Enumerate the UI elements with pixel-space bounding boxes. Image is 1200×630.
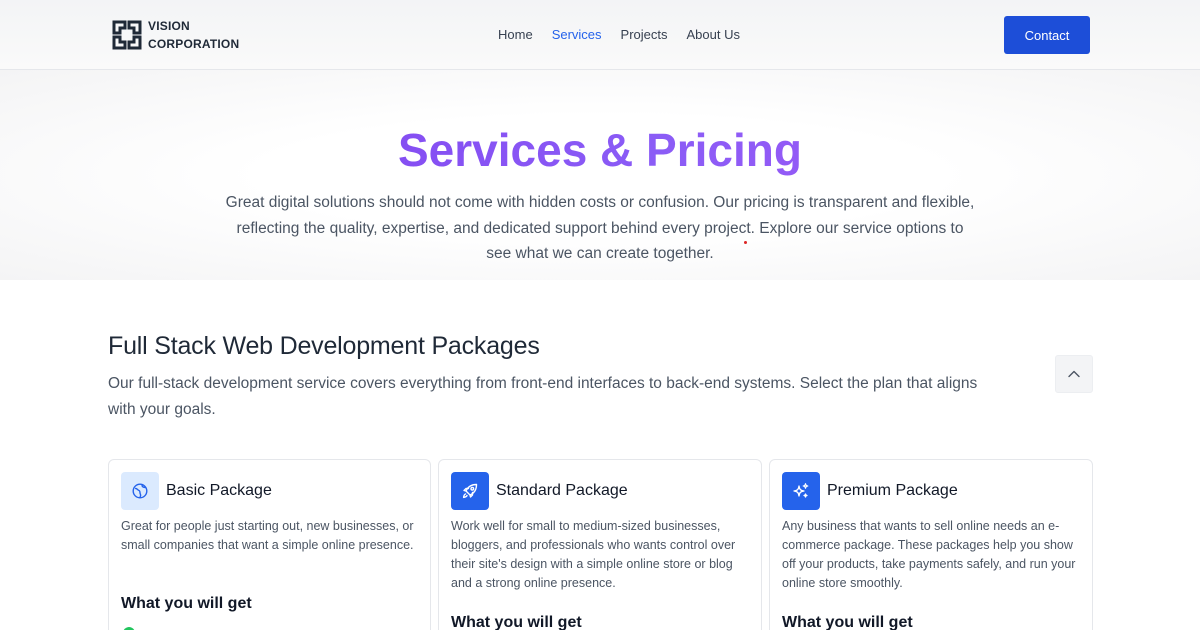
logo-line-1: VISION — [148, 19, 190, 33]
main-nav: Home Services Projects About Us — [498, 26, 759, 43]
page-title: Services & Pricing — [0, 120, 1200, 180]
page: VISION CORPORATION Home Services Project… — [0, 0, 1200, 630]
package-features-heading: What you will get — [782, 614, 913, 630]
scroll-to-top-button[interactable] — [1055, 355, 1093, 393]
site-header: VISION CORPORATION Home Services Project… — [0, 0, 1200, 70]
package-title: Basic Package — [166, 482, 272, 499]
nav-home[interactable]: Home — [498, 26, 533, 43]
nav-projects[interactable]: Projects — [621, 26, 668, 43]
rocket-icon — [462, 483, 478, 499]
logo-line-2: CORPORATION — [148, 37, 240, 51]
package-icon-box — [121, 472, 159, 510]
chevron-up-icon — [1068, 370, 1080, 378]
section-description: Our full-stack development service cover… — [108, 375, 978, 418]
package-description: Any business that wants to sell online n… — [782, 519, 1076, 590]
nav-about-us[interactable]: About Us — [687, 26, 740, 43]
package-features-heading: What you will get — [451, 614, 582, 630]
nav-services[interactable]: Services — [552, 26, 602, 43]
package-card-premium: Premium Package Any business that wants … — [769, 459, 1093, 630]
package-icon-box — [451, 472, 489, 510]
package-features-heading: What you will get — [121, 595, 252, 612]
package-description: Work well for small to medium-sized busi… — [451, 519, 736, 590]
contact-button[interactable]: Contact — [1004, 16, 1090, 54]
globe-icon — [132, 483, 148, 499]
sparkles-icon — [793, 483, 809, 498]
logo[interactable]: VISION CORPORATION — [112, 17, 239, 53]
logo-mark-icon — [112, 20, 142, 50]
package-card-header: Standard Package — [451, 472, 628, 510]
logo-text: VISION CORPORATION — [148, 17, 239, 53]
section-title: Full Stack Web Development Packages — [108, 332, 540, 360]
package-icon-box — [782, 472, 820, 510]
package-title: Premium Package — [827, 482, 958, 499]
package-card-header: Basic Package — [121, 472, 272, 510]
package-description: Great for people just starting out, new … — [121, 519, 414, 552]
hero-description: Great digital solutions should not come … — [225, 194, 975, 262]
package-card-header: Premium Package — [782, 472, 958, 510]
cursor-dot — [744, 241, 747, 244]
package-title: Standard Package — [496, 482, 628, 499]
package-card-standard: Standard Package Work well for small to … — [438, 459, 762, 630]
package-card-basic: Basic Package Great for people just star… — [108, 459, 431, 630]
